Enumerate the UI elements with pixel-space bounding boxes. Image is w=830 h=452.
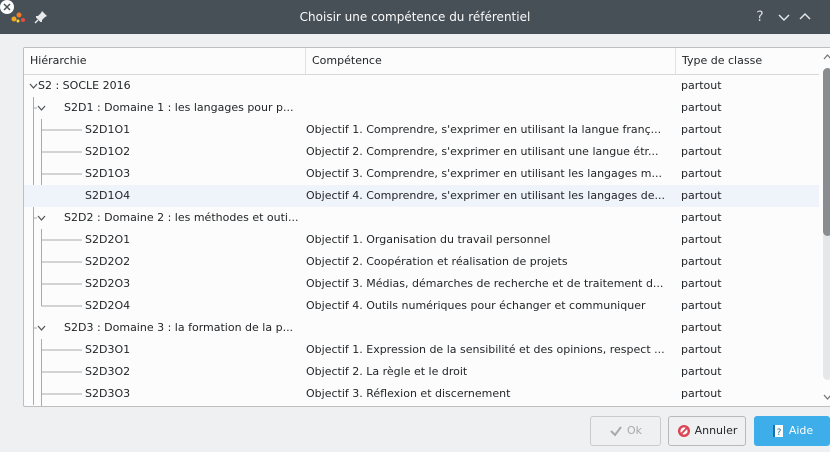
hierarchy-cell: S2D1 : Domaine 1 : les langages pour p..… [64, 101, 294, 114]
ok-button-label: Ok [626, 424, 643, 437]
tree-row[interactable]: S2 : SOCLE 2016 partout [24, 75, 819, 97]
hierarchy-cell: S2D3O1 [85, 343, 131, 356]
hierarchy-cell: S2D3O2 [85, 365, 131, 378]
tree-row[interactable]: S2D1 : Domaine 1 : les langages pour p..… [24, 97, 819, 119]
tree-row[interactable]: S2D3O3 Objectif 3. Réflexion et discernem… [24, 383, 819, 405]
type-cell: partout [681, 167, 722, 180]
type-cell: partout [681, 365, 722, 378]
competence-cell: Objectif 1. Expression de la sensibilité… [306, 343, 665, 356]
tree-row[interactable]: S2D2 : Domaine 2 : les méthodes et outi.… [24, 207, 819, 229]
vertical-scrollbar[interactable] [819, 48, 830, 406]
help-book-icon: ? [772, 425, 783, 438]
type-cell: partout [681, 79, 722, 92]
hierarchy-cell: S2D3 : Domaine 3 : la formation de la p.… [64, 321, 294, 334]
competence-cell [306, 75, 676, 97]
type-cell: partout [681, 233, 722, 246]
type-cell: partout [681, 277, 722, 290]
hierarchy-cell: S2D2O2 [85, 255, 131, 268]
scrollbar-thumb[interactable] [823, 68, 830, 236]
competence-cell: Objectif 4. Outils numériques pour échan… [306, 299, 646, 312]
type-cell: partout [681, 145, 722, 158]
expand-toggle-icon[interactable] [37, 105, 46, 111]
column-header-competence[interactable]: Compétence [306, 48, 676, 74]
competence-cell: Objectif 2. La règle et le droit [306, 365, 468, 378]
hierarchy-cell: S2D2O3 [85, 277, 131, 290]
competence-cell: Objectif 3. Médias, démarches de recherc… [306, 277, 664, 290]
hierarchy-cell: S2D3O3 [85, 387, 131, 400]
cancel-button-label: Annuler [694, 424, 738, 437]
competence-cell [306, 97, 676, 119]
column-header-type[interactable]: Type de classe [676, 48, 819, 74]
tree-row[interactable]: S2D2O4 Objectif 4. Outils numériques pour… [24, 295, 819, 317]
scroll-up-icon[interactable] [823, 54, 830, 60]
help-button-label: Aide [788, 424, 814, 437]
expand-toggle-icon[interactable] [37, 325, 46, 331]
competence-cell: Objectif 2. Coopération et réalisation d… [306, 255, 568, 268]
hierarchy-cell: S2D2 : Domaine 2 : les méthodes et outi.… [64, 211, 299, 224]
cancel-icon [677, 425, 690, 437]
title-bar[interactable]: Choisir une compétence du référentiel ? [0, 0, 830, 34]
type-cell: partout [681, 299, 722, 312]
tree-row[interactable]: S2D3O1 Objectif 1. Expression de la sensi… [24, 339, 819, 361]
competence-cell: Objectif 2. Comprendre, s'exprimer en ut… [306, 145, 659, 158]
tree-row[interactable]: S2D2O1 Objectif 1. Organisation du travai… [24, 229, 819, 251]
tree-row[interactable]: S2D3O2 Objectif 2. La règle et le droit pa… [24, 361, 819, 383]
column-header-hierarchy[interactable]: Hiérarchie [24, 48, 306, 74]
hierarchy-cell: S2D2O4 [85, 299, 131, 312]
hierarchy-cell: S2D1O4 [85, 189, 131, 202]
tree-row[interactable]: S2D1O4 Objectif 4. Comprendre, s'exprimer… [24, 185, 819, 207]
hierarchy-cell: S2D1O3 [85, 167, 131, 180]
type-cell: partout [681, 255, 722, 268]
type-cell: partout [681, 101, 722, 114]
tree-row[interactable]: S2D2O2 Objectif 2. Coopération et réalisa… [24, 251, 819, 273]
competence-cell: Objectif 3. Comprendre, s'exprimer en ut… [306, 167, 662, 180]
type-cell: partout [681, 189, 722, 202]
competence-cell: Objectif 3. Réflexion et discernement [306, 387, 511, 400]
help-button[interactable]: ? Aide [754, 416, 830, 446]
competence-cell [306, 207, 676, 229]
hierarchy-cell: S2D2O1 [85, 233, 131, 246]
competence-cell: Objectif 4. Comprendre, s'exprimer en ut… [306, 189, 665, 202]
tree-row[interactable]: S2D2O3 Objectif 3. Médias, démarches de r… [24, 273, 819, 295]
type-cell: partout [681, 321, 722, 334]
type-cell: partout [681, 387, 722, 400]
competence-cell: Objectif 1. Organisation du travail pers… [306, 233, 551, 246]
hierarchy-cell: S2D1O2 [85, 145, 131, 158]
ok-button[interactable]: Ok [590, 416, 661, 446]
type-cell: partout [681, 123, 722, 136]
scroll-down-icon[interactable] [823, 394, 830, 400]
tree-row[interactable]: S2D3 : Domaine 3 : la formation de la p.… [24, 317, 819, 339]
svg-text:?: ? [776, 428, 781, 438]
window-title: Choisir une compétence du référentiel [299, 10, 531, 24]
expand-toggle-icon[interactable] [29, 83, 38, 89]
help-icon[interactable]: ? [752, 9, 768, 25]
expand-toggle-icon[interactable] [37, 215, 46, 221]
maximize-icon[interactable] [797, 9, 813, 25]
minimize-icon[interactable] [776, 9, 792, 25]
tree-header: Hiérarchie Compétence Type de classe [24, 48, 819, 75]
competence-cell [306, 317, 676, 339]
checkmark-icon [610, 426, 622, 437]
tree-row[interactable]: S2D1O3 Objectif 3. Comprendre, s'exprimer… [24, 163, 819, 185]
competence-tree[interactable]: Hiérarchie Compétence Type de classe S2 … [23, 47, 830, 407]
type-cell: partout [681, 211, 722, 224]
type-cell: partout [681, 343, 722, 356]
cancel-button[interactable]: Annuler [668, 416, 746, 446]
scrollbar-track[interactable] [823, 68, 830, 380]
tree-row[interactable]: S2D1O2 Objectif 2. Comprendre, s'exprimer… [24, 141, 819, 163]
hierarchy-cell: S2D1O1 [85, 123, 131, 136]
hierarchy-cell: S2 : SOCLE 2016 [38, 79, 131, 92]
tree-row[interactable]: S2D1O1 Objectif 1. Comprendre, s'exprimer… [24, 119, 819, 141]
competence-cell: Objectif 1. Comprendre, s'exprimer en ut… [306, 123, 662, 136]
